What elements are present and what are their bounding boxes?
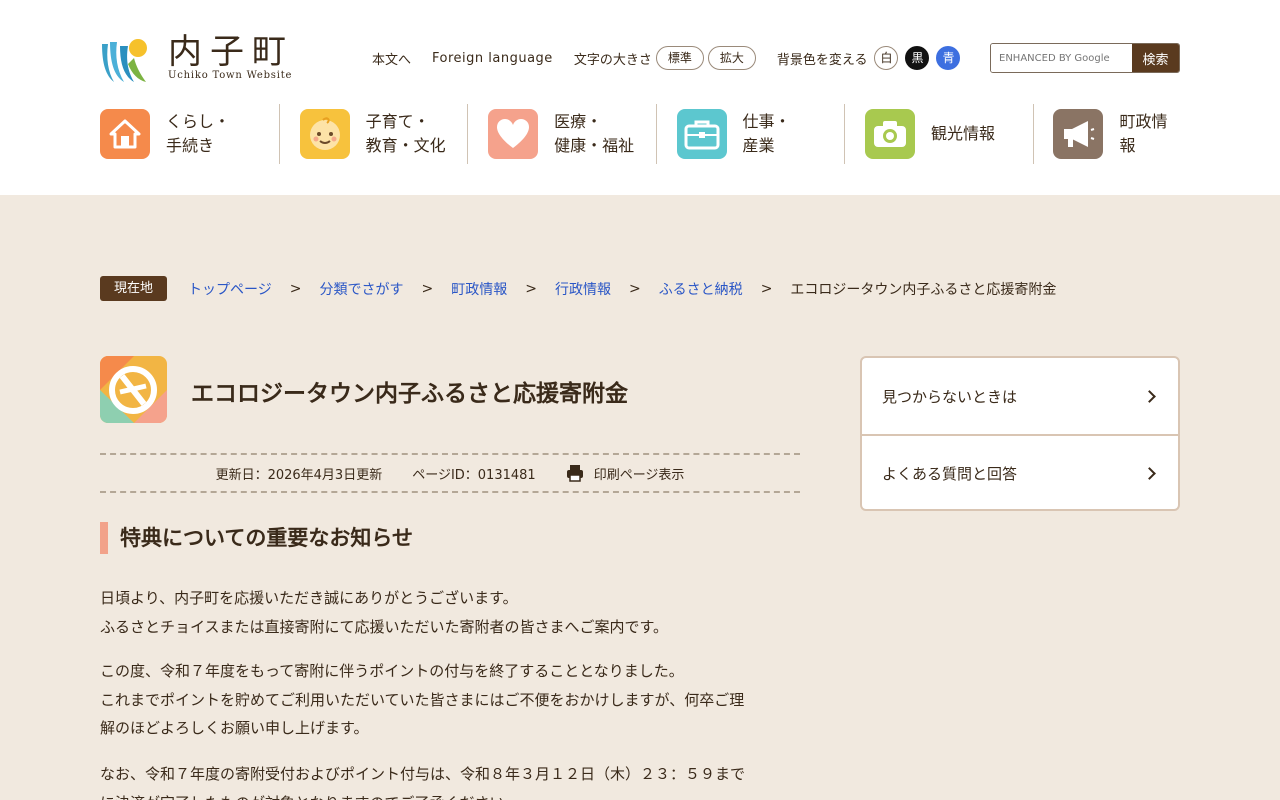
bg-color-label: 背景色を変える	[776, 52, 868, 68]
breadcrumb-separator: >	[289, 280, 302, 297]
category-icon	[100, 356, 167, 423]
nav-divider	[467, 104, 469, 164]
nav-item-work[interactable]: 仕事・ 産業	[676, 104, 845, 164]
camera-icon	[864, 109, 915, 159]
nav-divider	[1032, 104, 1034, 164]
logo-subtitle: Uchiko Town Website	[168, 70, 293, 81]
paragraph: なお、令和７年度の寄附受付およびポイント付与は、令和８年３月１２日（木）２３：５…	[100, 760, 800, 800]
breadcrumb-separator: >	[421, 280, 434, 297]
sidebar-item-label: 見つからないときは	[882, 387, 1018, 406]
nav-divider	[844, 104, 845, 164]
nav-item-government[interactable]: 町政情報	[1053, 104, 1180, 164]
paragraph-line: これまでポイントを貯めてご利用いただいていた皆さまにはご不便をおかけしますが、何…	[100, 690, 745, 709]
chevron-right-icon	[1143, 466, 1156, 480]
breadcrumb-link[interactable]: ふるさと納税	[659, 279, 743, 299]
sidebar-item-not-found[interactable]: 見つからないときは	[862, 358, 1178, 434]
site-logo[interactable]: 内子町 Uchiko Town Website	[100, 26, 300, 86]
breadcrumb: 現在地 トップページ > 分類でさがす > 町政情報 > 行政情報 > ふるさと…	[100, 276, 1056, 301]
breadcrumb-here-label: 現在地	[100, 276, 168, 301]
breadcrumb-separator: >	[525, 280, 537, 297]
breadcrumb-separator: >	[628, 280, 641, 297]
paragraph-line: 日頃より、内子町を応援いただき誠にありがとうございます。	[100, 589, 518, 607]
skip-to-content-link[interactable]: 本文へ	[372, 49, 411, 68]
breadcrumb-link[interactable]: 分類でさがす	[319, 279, 403, 299]
chevron-right-icon	[1143, 389, 1156, 403]
house-icon	[100, 109, 150, 159]
section-heading: 特典についての重要なお知らせ	[100, 522, 413, 554]
site-search: 検索	[990, 43, 1180, 73]
paragraph: この度、令和７年度をもって寄附に伴うポイントの付与を終了することとなりました。 …	[100, 657, 800, 743]
global-nav: くらし・ 手続き 子育て・ 教育・文化 医療・ 健康・福祉 仕事・ 産業 観光情…	[100, 104, 1180, 164]
bg-black-button[interactable]: 黒	[905, 46, 930, 70]
updated-date: 更新日：2026年4月3日更新	[215, 467, 383, 483]
briefcase-icon	[676, 109, 727, 159]
nav-divider	[278, 104, 280, 164]
nav-label: 町政情報	[1119, 112, 1168, 155]
nav-item-medical[interactable]: 医療・ 健康・福祉	[488, 104, 656, 164]
utility-bar: 本文へ Foreign language 文字の大きさ 標準 拡大 背景色を変え…	[372, 44, 961, 72]
breadcrumb-link[interactable]: 行政情報	[555, 279, 611, 299]
paragraph-line: なお、令和７年度の寄附受付およびポイント付与は、令和８年３月１２日（木）２３：５…	[100, 765, 746, 783]
sidebar-item-label: よくある質問と回答	[882, 464, 1018, 483]
nav-divider	[655, 104, 657, 164]
print-button[interactable]: 印刷ページ表示	[566, 464, 685, 483]
nav-item-childcare[interactable]: 子育て・ 教育・文化	[299, 104, 468, 164]
nav-label: 観光情報	[930, 124, 995, 143]
breadcrumb-current: エコロジータウン内子ふるさと応援寄附金	[790, 281, 1057, 298]
page-meta: 更新日：2026年4月3日更新 ページID：0131481 印刷ページ表示	[100, 453, 800, 493]
breadcrumb-link[interactable]: 町政情報	[451, 279, 507, 299]
heart-icon	[488, 109, 539, 159]
nav-label: 仕事・ 産業	[742, 112, 791, 155]
megaphone-icon	[1053, 109, 1104, 159]
search-input[interactable]	[991, 44, 1132, 72]
font-size-label: 文字の大きさ	[573, 52, 652, 68]
breadcrumb-separator: >	[760, 280, 773, 297]
paragraph-line: に決済が完了したものが対象となりますのでご了承ください。	[100, 789, 800, 800]
breadcrumb-link[interactable]: トップページ	[188, 279, 272, 299]
bg-white-button[interactable]: 白	[874, 46, 899, 70]
paragraph: 日頃より、内子町を応援いただき誠にありがとうございます。 ふるさとチョイスまたは…	[100, 584, 800, 641]
page-title: エコロジータウン内子ふるさと応援寄附金	[191, 381, 628, 407]
sidebar-item-faq[interactable]: よくある質問と回答	[862, 434, 1178, 510]
page-id: ページID：0131481	[412, 467, 536, 483]
logo-mark-icon	[102, 39, 147, 82]
bg-blue-button[interactable]: 青	[936, 46, 961, 70]
nav-label: 子育て・ 教育・文化	[365, 112, 446, 155]
foreign-language-link[interactable]: Foreign language	[432, 51, 553, 66]
logo-title: 内子町	[168, 32, 294, 72]
nav-label: くらし・ 手続き	[166, 112, 231, 155]
nav-item-living[interactable]: くらし・ 手続き	[100, 104, 279, 164]
site-header: 内子町 Uchiko Town Website 本文へ Foreign lang…	[0, 0, 1280, 195]
nav-label: 医療・ 健康・福祉	[554, 112, 635, 155]
paragraph-line: この度、令和７年度をもって寄附に伴うポイントの付与を終了することとなりました。	[100, 662, 684, 680]
paragraph-line: ふるさとチョイスまたは直接寄附にて応援いただいた寄附者の皆さまへご案内です。	[100, 617, 669, 636]
nav-item-tourism[interactable]: 観光情報	[864, 104, 1033, 164]
font-large-button[interactable]: 拡大	[707, 46, 756, 70]
print-label: 印刷ページ表示	[593, 467, 685, 483]
search-button[interactable]: 検索	[1132, 44, 1179, 72]
printer-icon	[566, 465, 583, 482]
paragraph-line: 解のほどよろしくお願い申し上げます。	[100, 719, 369, 737]
font-standard-button[interactable]: 標準	[655, 46, 704, 70]
sidebar-help-box: 見つからないときは よくある質問と回答	[860, 356, 1180, 511]
baby-face-icon	[299, 109, 350, 159]
